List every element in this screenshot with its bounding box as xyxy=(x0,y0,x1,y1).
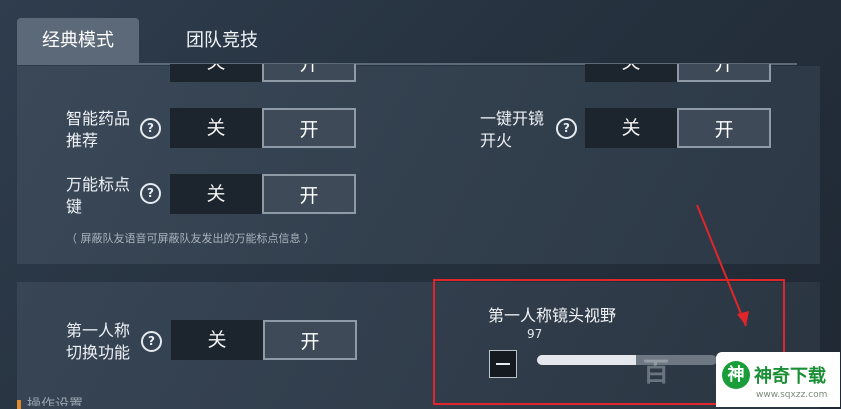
brand-name: 神奇下载 xyxy=(754,366,826,387)
brand-url: www.sqxzz.com xyxy=(756,390,828,400)
settings-screen: { "tabs": [ {"label": "经典模式"}, {"label":… xyxy=(0,0,841,409)
section-accent-bar xyxy=(17,400,21,409)
operation-settings-label: 操作设置 xyxy=(27,397,83,406)
watermark: 百 xyxy=(643,358,672,388)
brand-badge: 神 神奇下载 www.sqxzz.com xyxy=(716,352,840,407)
operation-settings-header: 操作设置 xyxy=(17,397,137,409)
brand-logo-icon: 神 xyxy=(722,361,750,389)
red-arrow-icon xyxy=(696,204,749,327)
